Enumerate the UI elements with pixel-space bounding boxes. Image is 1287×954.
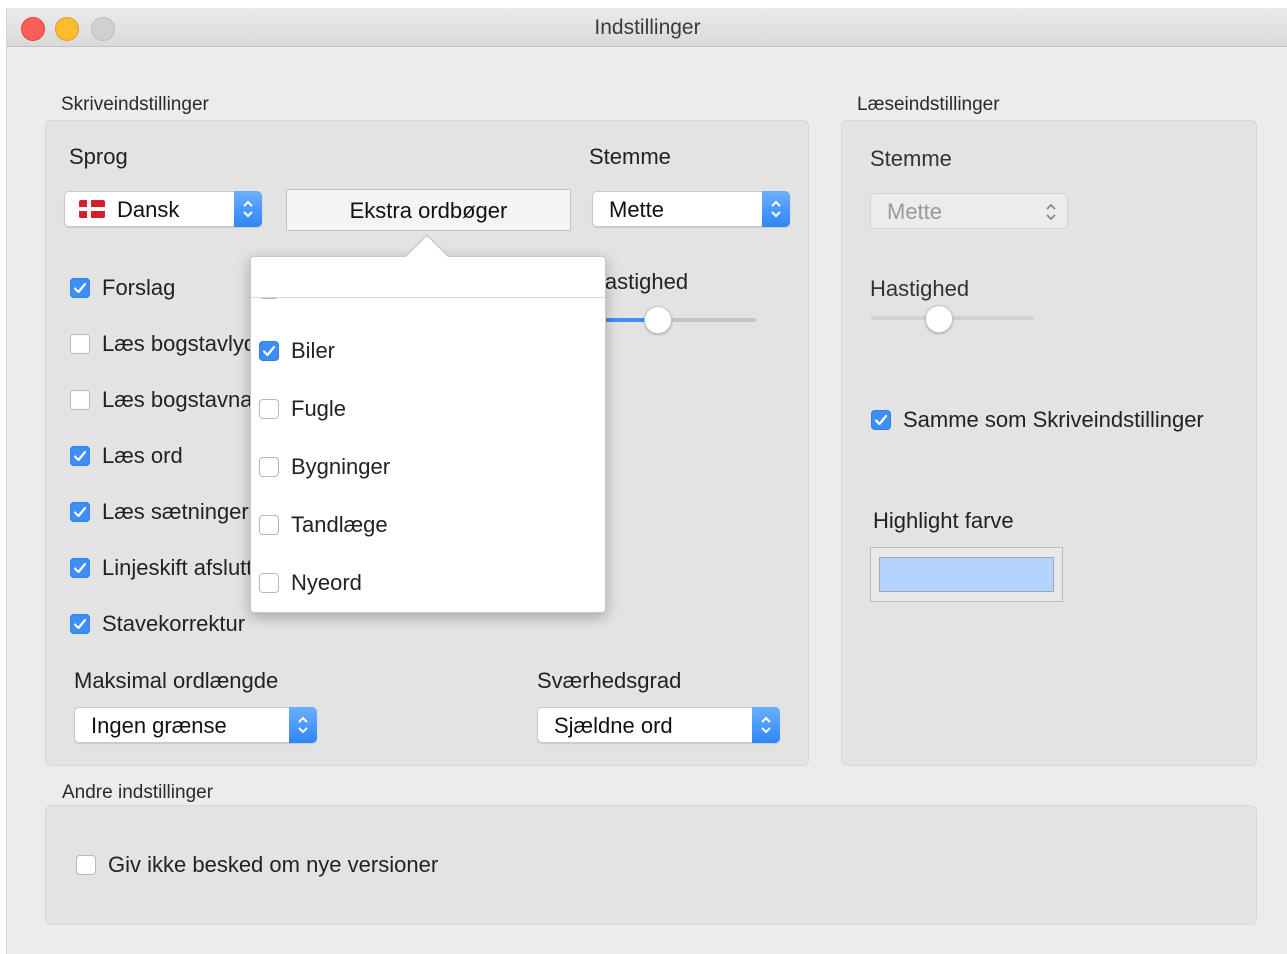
dictionary-label: Tandlæge <box>291 512 388 537</box>
difficulty-value: Sjældne ord <box>554 713 673 738</box>
dictionary-item-fugle[interactable]: Fugle <box>259 395 346 423</box>
checkbox-no-update-notice[interactable]: Giv ikke besked om nye versioner <box>76 851 438 879</box>
reading-speed-label: Hastighed <box>870 276 970 301</box>
checkbox-read-letter-sounds[interactable]: Læs bogstavlyd <box>70 330 256 358</box>
title-bar: Indstillinger <box>7 8 1287 47</box>
checkbox-box[interactable] <box>70 614 90 634</box>
checkbox-forslag[interactable]: Forslag <box>70 274 175 302</box>
writing-voice-label: Stemme <box>589 144 671 169</box>
max-word-length-select[interactable]: Ingen grænse <box>74 707 317 743</box>
max-word-length-label: Maksimal ordlængde <box>74 668 279 693</box>
checkbox-spellcheck[interactable]: Stavekorrektur <box>70 610 245 638</box>
checkbox-box[interactable] <box>871 410 891 430</box>
checkbox-box[interactable] <box>259 399 279 419</box>
dictionary-label: Fugle <box>291 396 347 421</box>
checkbox-label: Giv ikke besked om nye versioner <box>108 852 439 877</box>
danish-flag-icon <box>79 200 105 218</box>
dictionary-item-tandlaege[interactable]: Tandlæge <box>259 511 388 539</box>
window-title: Indstillinger <box>594 16 701 39</box>
language-value: Dansk <box>117 197 180 222</box>
max-word-length-value: Ingen grænse <box>91 713 227 738</box>
language-stepper-icon <box>234 191 262 227</box>
checkbox-box[interactable] <box>259 457 279 477</box>
checkbox-box[interactable] <box>70 334 90 354</box>
extra-dictionaries-popover: Anatomi Biler Fugle Bygninger Tandlæge N… <box>250 256 606 613</box>
writing-voice-stepper-icon <box>762 191 790 227</box>
checkbox-box[interactable] <box>70 278 90 298</box>
writing-settings-label: Skriveindstillinger <box>61 94 209 115</box>
writing-voice-value: Mette <box>609 197 665 222</box>
highlight-color-well[interactable] <box>870 547 1063 602</box>
checkbox-box[interactable] <box>76 855 96 875</box>
extra-dictionaries-button[interactable]: Ekstra ordbøger <box>286 189 571 231</box>
checkbox-label: Læs ord <box>102 443 183 468</box>
dictionary-search-field[interactable] <box>251 257 605 298</box>
checkbox-label: Læs sætninger <box>102 499 249 524</box>
max-word-length-stepper-icon <box>289 707 317 743</box>
dictionary-label: Biler <box>291 338 336 363</box>
checkbox-label: Stavekorrektur <box>102 611 246 636</box>
writing-voice-select[interactable]: Mette <box>592 191 790 227</box>
dictionary-item-biler[interactable]: Biler <box>259 337 335 365</box>
dictionary-item-bygninger[interactable]: Bygninger <box>259 453 390 481</box>
dictionary-label: Nyeord <box>291 570 362 595</box>
checkbox-read-words[interactable]: Læs ord <box>70 442 183 470</box>
reading-speed-slider[interactable] <box>925 305 953 333</box>
checkbox-box[interactable] <box>259 341 279 361</box>
highlight-color-swatch <box>879 557 1054 592</box>
reading-settings-label: Læseindstillinger <box>857 94 1000 115</box>
writing-speed-slider[interactable] <box>643 306 672 334</box>
checkbox-box[interactable] <box>70 558 90 578</box>
difficulty-label: Sværhedsgrad <box>537 668 682 693</box>
other-settings-label: Andre indstillinger <box>62 782 214 803</box>
checkbox-label: Forslag <box>102 275 176 300</box>
difficulty-stepper-icon <box>752 707 780 743</box>
difficulty-select[interactable]: Sjældne ord <box>537 707 780 743</box>
checkbox-box[interactable] <box>70 502 90 522</box>
checkbox-box[interactable] <box>259 515 279 535</box>
checkbox-box[interactable] <box>70 390 90 410</box>
reading-voice-stepper-icon <box>1045 201 1057 228</box>
reading-voice-value: Mette <box>887 199 943 224</box>
checkbox-label: Samme som Skriveindstillinger <box>903 407 1204 432</box>
checkbox-box[interactable] <box>259 573 279 593</box>
dictionary-item-nyeord[interactable]: Nyeord <box>259 569 362 597</box>
checkbox-read-sentences[interactable]: Læs sætninger <box>70 498 249 526</box>
checkbox-label: Læs bogstavlyd <box>102 331 257 356</box>
dictionary-label: Bygninger <box>291 454 391 479</box>
language-select[interactable]: Dansk <box>64 191 262 227</box>
popover-arrow <box>406 236 448 257</box>
checkbox-same-as-writing[interactable]: Samme som Skriveindstillinger <box>871 406 1204 434</box>
reading-voice-select[interactable]: Mette <box>870 193 1068 229</box>
preferences-window: Indstillinger Skriveindstillinger Sprog … <box>6 8 1287 954</box>
language-label: Sprog <box>69 144 128 169</box>
checkbox-box[interactable] <box>70 446 90 466</box>
highlight-color-label: Highlight farve <box>873 508 1014 533</box>
reading-voice-label: Stemme <box>870 146 952 171</box>
